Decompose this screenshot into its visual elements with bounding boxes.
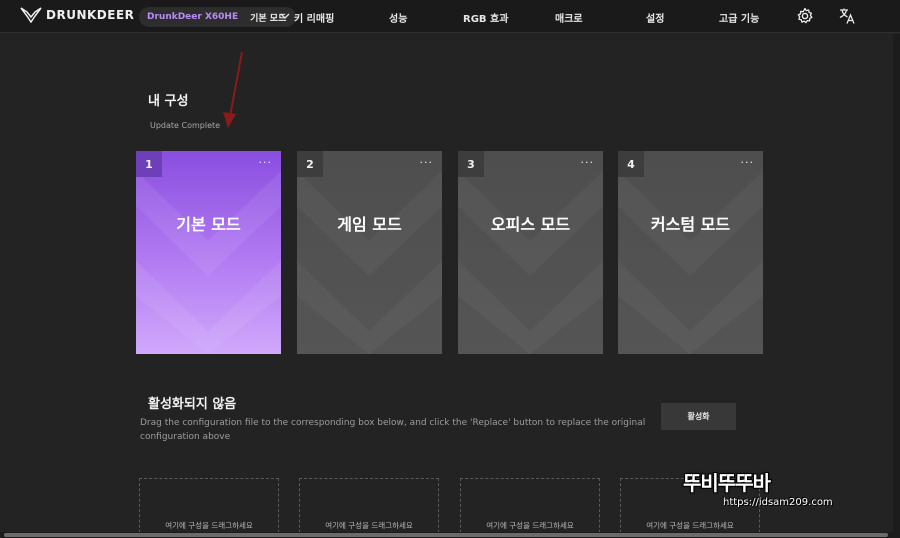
drop-zone-label: 여기에 구성을 드래그하세요: [165, 521, 253, 530]
card-number: 4: [618, 151, 644, 177]
nav-key-remapping[interactable]: 키 리매핑: [294, 10, 334, 25]
config-card-3[interactable]: 3 ··· 오피스 모드: [458, 151, 603, 354]
activate-button[interactable]: 활성화: [661, 403, 736, 430]
config-card-2[interactable]: 2 ··· 게임 모드: [297, 151, 442, 354]
card-name: 오피스 모드: [490, 215, 571, 234]
drop-zone-1[interactable]: 여기에 구성을 드래그하세요: [139, 478, 279, 538]
chevron-pattern: [136, 171, 281, 354]
nav-rgb-effects[interactable]: RGB 효과: [463, 10, 508, 25]
chevron-down-icon: [280, 13, 290, 19]
nav-settings[interactable]: 설정: [646, 10, 664, 25]
inactive-title: 활성화되지 않음: [148, 397, 237, 412]
chevron-pattern: [458, 171, 603, 354]
top-nav-bar: DRUNKDEER DrunkDeer X60HE 기본 모드 키 리매핑 성능…: [0, 0, 900, 33]
watermark: 뚜비뚜뚜바 https://idsam209.com: [683, 467, 863, 515]
inactive-description: Drag the configuration file to the corre…: [140, 418, 646, 442]
settings-icon[interactable]: [796, 7, 814, 25]
more-options-icon[interactable]: ···: [259, 156, 273, 169]
translate-icon[interactable]: [838, 7, 856, 25]
nav-macro[interactable]: 매크로: [555, 10, 583, 25]
card-number: 1: [136, 151, 162, 177]
device-name: DrunkDeer X60HE: [147, 12, 239, 22]
scrollbar-thumb[interactable]: [4, 533, 888, 537]
drop-zone-2[interactable]: 여기에 구성을 드래그하세요: [299, 478, 439, 538]
chevron-pattern: [618, 171, 763, 354]
card-number: 2: [297, 151, 323, 177]
more-options-icon[interactable]: ···: [741, 156, 755, 169]
annotation-arrow-icon: [223, 51, 243, 128]
drop-zone-3[interactable]: 여기에 구성을 드래그하세요: [460, 478, 600, 538]
my-configs-title: 내 구성: [148, 94, 189, 109]
more-options-icon[interactable]: ···: [581, 156, 595, 169]
vertical-scrollbar[interactable]: [893, 34, 900, 538]
nav-advanced[interactable]: 고급 기능: [719, 10, 759, 25]
deer-logo-icon: [20, 7, 42, 23]
config-card-1[interactable]: 1 ··· 기본 모드: [136, 151, 281, 354]
chevron-pattern: [297, 171, 442, 354]
drop-zone-label: 여기에 구성을 드래그하세요: [486, 521, 574, 530]
nav-performance[interactable]: 성능: [389, 10, 407, 25]
drop-zone-label: 여기에 구성을 드래그하세요: [325, 521, 413, 530]
brand-name: DRUNKDEER: [46, 8, 135, 22]
card-name: 커스텀 모드: [650, 215, 731, 234]
brand-logo[interactable]: DRUNKDEER: [20, 7, 134, 23]
config-card-4[interactable]: 4 ··· 커스텀 모드: [618, 151, 763, 354]
drop-zone-label: 여기에 구성을 드래그하세요: [646, 521, 734, 530]
card-number: 3: [458, 151, 484, 177]
more-options-icon[interactable]: ···: [420, 156, 434, 169]
update-status: Update Complete: [150, 121, 221, 130]
card-name: 게임 모드: [337, 215, 402, 234]
device-selector[interactable]: DrunkDeer X60HE 기본 모드: [139, 7, 296, 27]
horizontal-scrollbar[interactable]: [0, 532, 893, 538]
watermark-url: https://idsam209.com: [723, 497, 833, 508]
card-name: 기본 모드: [176, 215, 241, 234]
watermark-text: 뚜비뚜뚜바: [683, 471, 771, 495]
